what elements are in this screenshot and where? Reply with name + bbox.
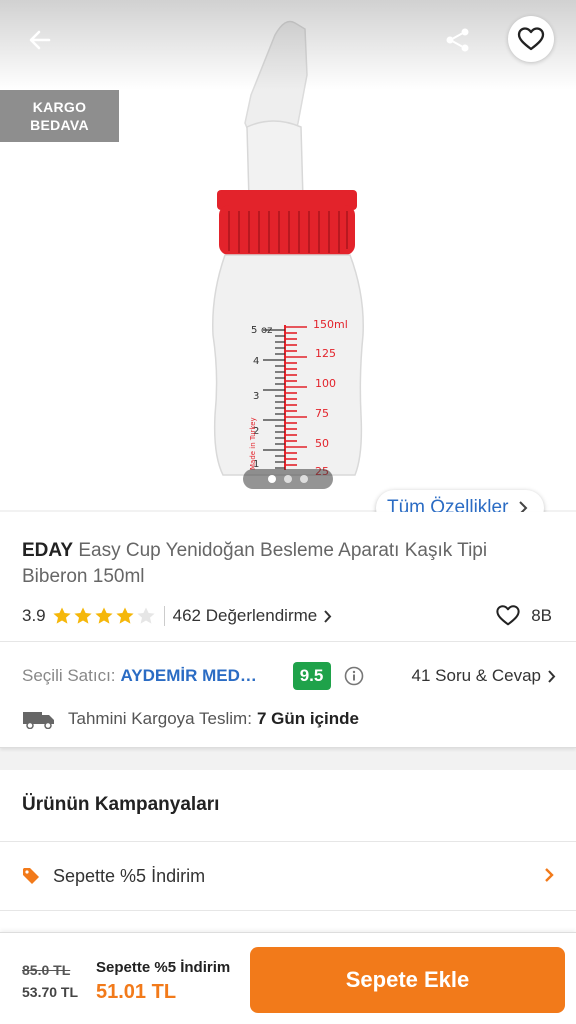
campaigns-title: Ürünün Kampanyaları — [22, 794, 220, 815]
seller-name: AYDEMİR MED… — [120, 666, 257, 685]
questions-answers-link[interactable]: 41 Soru & Cevap — [412, 666, 556, 686]
product-title: EDAY Easy Cup Yenidoğan Besleme Aparatı … — [22, 538, 552, 590]
product-info-card: EDAY Easy Cup Yenidoğan Besleme Aparatı … — [0, 512, 576, 748]
info-icon[interactable] — [344, 666, 364, 686]
truck-icon — [23, 712, 54, 729]
badge-line-1: KARGO — [32, 99, 87, 115]
seller-label: Seçili Satıcı: — [22, 666, 116, 685]
star-rating — [52, 606, 156, 626]
seller-name-link[interactable]: AYDEMİR MED… — [121, 666, 281, 686]
favorite-button[interactable] — [508, 16, 554, 62]
pagination-dot[interactable] — [284, 475, 292, 483]
delivery-label: Tahmini Kargoya Teslim: — [68, 709, 252, 728]
pagination-dot[interactable] — [300, 475, 308, 483]
heart-icon — [517, 27, 545, 51]
current-price: 53.70 TL — [22, 984, 79, 1000]
seller-row: Seçili Satıcı: AYDEMİR MED… 9.5 41 Soru … — [22, 661, 556, 691]
hero-top-shade — [0, 0, 576, 90]
old-price: 85.0 TL — [22, 962, 71, 978]
svg-text:100: 100 — [315, 377, 336, 390]
bottom-purchase-bar: 85.0 TL 53.70 TL Sepette %5 İndirim 51.0… — [0, 932, 576, 1024]
star-icon — [137, 607, 155, 624]
product-image-gallery[interactable]: 150ml 125 100 75 50 25 5 oz 4 3 2 1 Made… — [0, 0, 576, 510]
svg-text:3: 3 — [253, 391, 259, 402]
divider — [0, 641, 576, 642]
star-icon — [74, 607, 92, 624]
discounted-price: 51.01 TL — [96, 981, 177, 1003]
divider — [163, 606, 165, 626]
favorite-count: 8B — [531, 605, 552, 625]
qa-label: 41 Soru & Cevap — [411, 666, 541, 685]
svg-text:150ml: 150ml — [313, 318, 348, 331]
campaign-label: Sepette %5 İndirim — [53, 865, 206, 886]
chevron-right-icon — [545, 868, 554, 882]
svg-text:75: 75 — [315, 407, 329, 420]
svg-text:50: 50 — [315, 437, 329, 450]
free-shipping-badge: KARGO BEDAVA — [0, 90, 119, 142]
chevron-right-icon — [548, 669, 556, 683]
cart-campaign-label: Sepette %5 İndirim — [96, 959, 231, 976]
add-to-cart-button[interactable]: Sepete Ekle — [250, 947, 565, 1013]
rating-row: 3.9 462 Değerlendirme 8B — [22, 604, 552, 628]
heart-icon — [496, 605, 520, 626]
campaign-item[interactable]: Sepette %5 İndirim — [0, 842, 576, 910]
brand-name[interactable]: EDAY — [22, 540, 73, 561]
star-icon — [95, 607, 113, 624]
reviews-label: 462 Değerlendirme — [172, 606, 318, 625]
svg-text:4: 4 — [253, 356, 259, 367]
badge-line-2: BEDAVA — [30, 117, 89, 133]
delivery-value: 7 Gün içinde — [256, 709, 359, 728]
seller-score-badge: 9.5 — [292, 662, 331, 690]
delivery-estimate: Tahmini Kargoya Teslim: 7 Gün içinde — [22, 706, 359, 732]
svg-text:125: 125 — [315, 347, 336, 360]
chevron-right-icon — [324, 609, 332, 623]
star-icon — [116, 607, 134, 624]
reviews-link[interactable]: 462 Değerlendirme — [173, 606, 333, 626]
svg-text:Made in Turkey: Made in Turkey — [249, 417, 257, 470]
arrow-left-icon — [29, 30, 51, 50]
divider — [0, 910, 576, 911]
image-pagination[interactable] — [243, 469, 333, 489]
favorite-count-button[interactable]: 8B — [495, 604, 552, 627]
svg-text:5: 5 — [251, 325, 257, 336]
back-button[interactable] — [22, 22, 58, 58]
tag-icon — [23, 868, 39, 884]
star-icon — [53, 607, 71, 624]
rating-value: 3.9 — [22, 606, 46, 625]
share-button[interactable] — [438, 22, 478, 58]
share-icon — [446, 28, 469, 52]
pagination-dot[interactable] — [268, 475, 276, 483]
product-name: Easy Cup Yenidoğan Besleme Aparatı Kaşık… — [22, 540, 488, 587]
